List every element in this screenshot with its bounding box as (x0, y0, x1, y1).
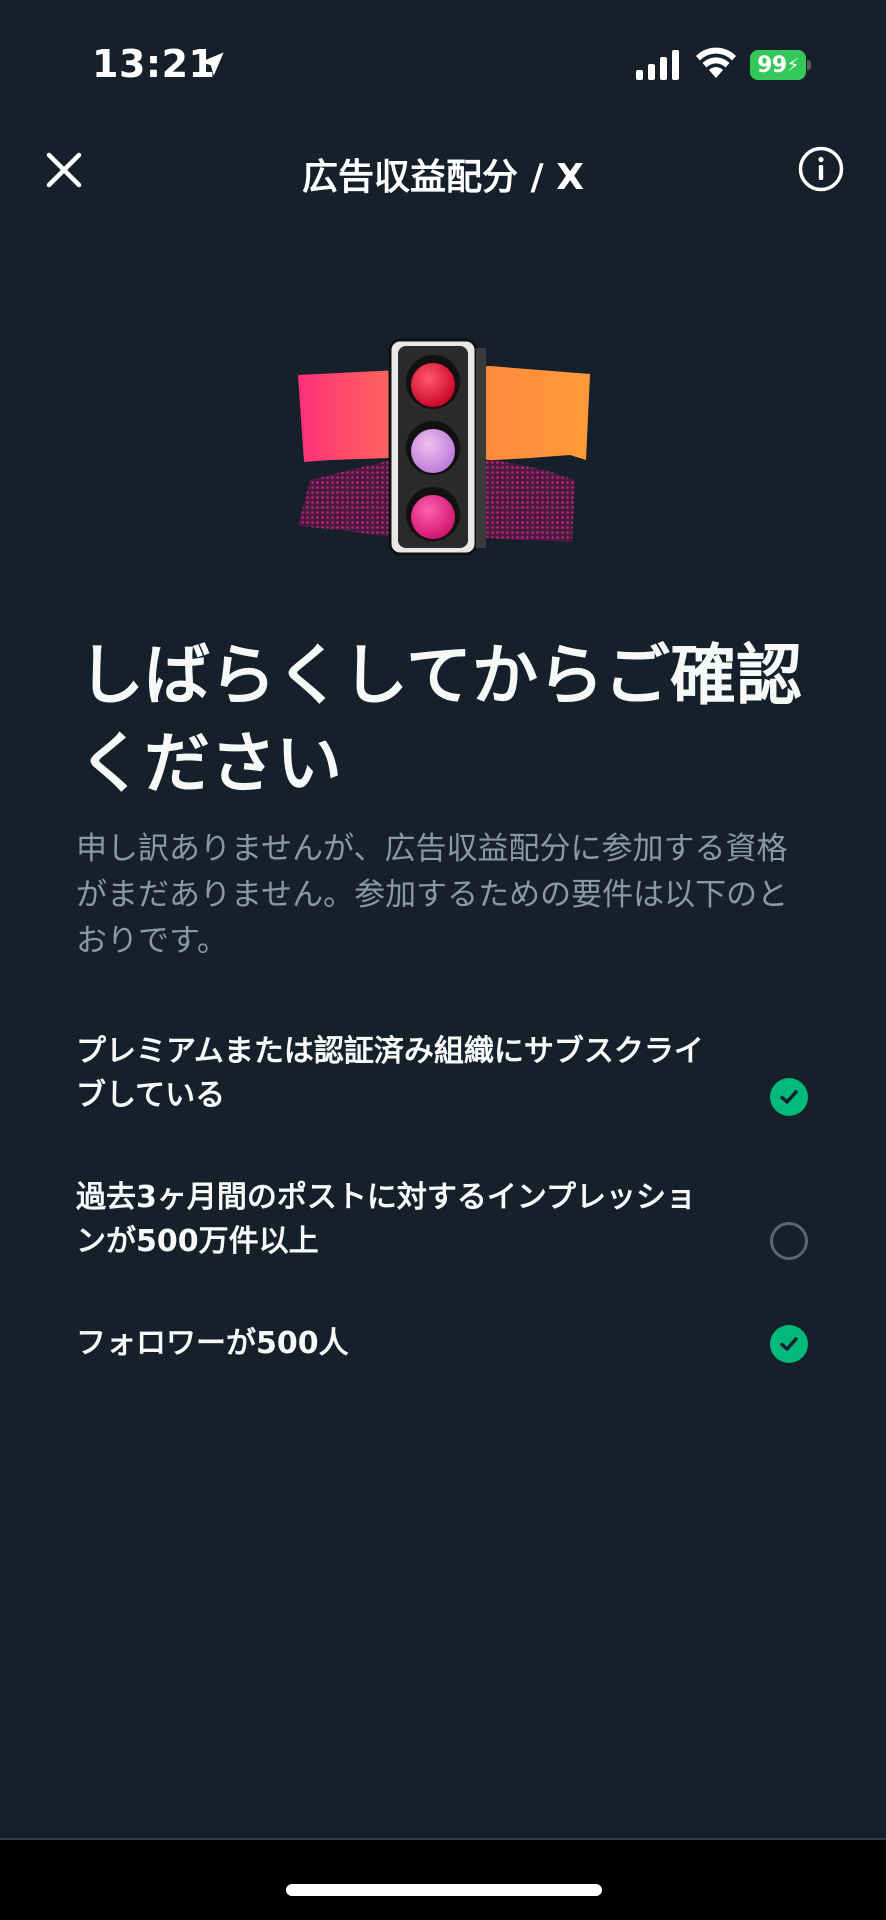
description: 申し訳ありませんが、広告収益配分に参加する資格 がまだありません。参加するための… (76, 826, 816, 964)
battery-level: 99 ⚡ (750, 50, 806, 80)
wifi-icon (696, 47, 736, 78)
status-bar: 13:21 99 ⚡ (0, 0, 886, 120)
cellular-signal-icon (636, 50, 679, 80)
battery-charging-icon: 99 ⚡ (750, 50, 811, 80)
requirement-text: フォロワーが500人 (76, 1322, 736, 1366)
traffic-light-illustration (298, 338, 590, 556)
heading-line-1: しばらくしてからご確認 (78, 637, 803, 714)
requirement-text-line-1: 過去3ヶ月間のポストに対するインプレッショ (76, 1180, 696, 1215)
info-button[interactable] (794, 142, 848, 196)
battery-percentage: 99 (757, 52, 787, 78)
requirement-text-line-1: プレミアムまたは認証済み組織にサブスクライ (76, 1034, 704, 1069)
description-line-1: 申し訳ありませんが、広告収益配分に参加する資格 (76, 831, 788, 867)
empty-circle-icon (770, 1222, 808, 1260)
description-line-2: がまだありません。参加するための要件は以下のと (76, 877, 789, 913)
main-heading: しばらくしてからご確認 ください (78, 632, 818, 808)
status-time: 13:21 (92, 42, 216, 86)
home-indicator[interactable] (286, 1884, 602, 1896)
requirement-text-line-2: ブしている (76, 1078, 226, 1113)
requirement-item: 過去3ヶ月間のポストに対するインプレッショ ンが500万件以上 (76, 1176, 816, 1264)
check-circle-icon (770, 1078, 808, 1116)
requirement-text: 過去3ヶ月間のポストに対するインプレッショ ンが500万件以上 (76, 1176, 736, 1264)
page-title: 広告収益配分 / X (302, 157, 584, 198)
info-icon (798, 146, 844, 192)
requirement-item: フォロワーが500人 (76, 1322, 816, 1366)
home-bar-area (0, 1840, 886, 1920)
requirement-text-line-2: ンが500万件以上 (76, 1224, 319, 1259)
requirement-item: プレミアムまたは認証済み組織にサブスクライ ブしている (76, 1030, 816, 1118)
requirement-text-line-1: フォロワーが500人 (76, 1326, 349, 1361)
description-line-3: おりです。 (76, 923, 228, 959)
location-arrow-icon (200, 52, 224, 76)
nav-bar: 広告収益配分 / X (0, 130, 886, 210)
screen: 13:21 99 ⚡ 広告収益配分 / X しばらくしてからご確認 ください 申… (0, 0, 886, 1920)
requirement-text: プレミアムまたは認証済み組織にサブスクライ ブしている (76, 1030, 736, 1118)
check-circle-icon (770, 1325, 808, 1363)
heading-line-2: ください (78, 725, 342, 802)
battery-tip (807, 60, 811, 70)
